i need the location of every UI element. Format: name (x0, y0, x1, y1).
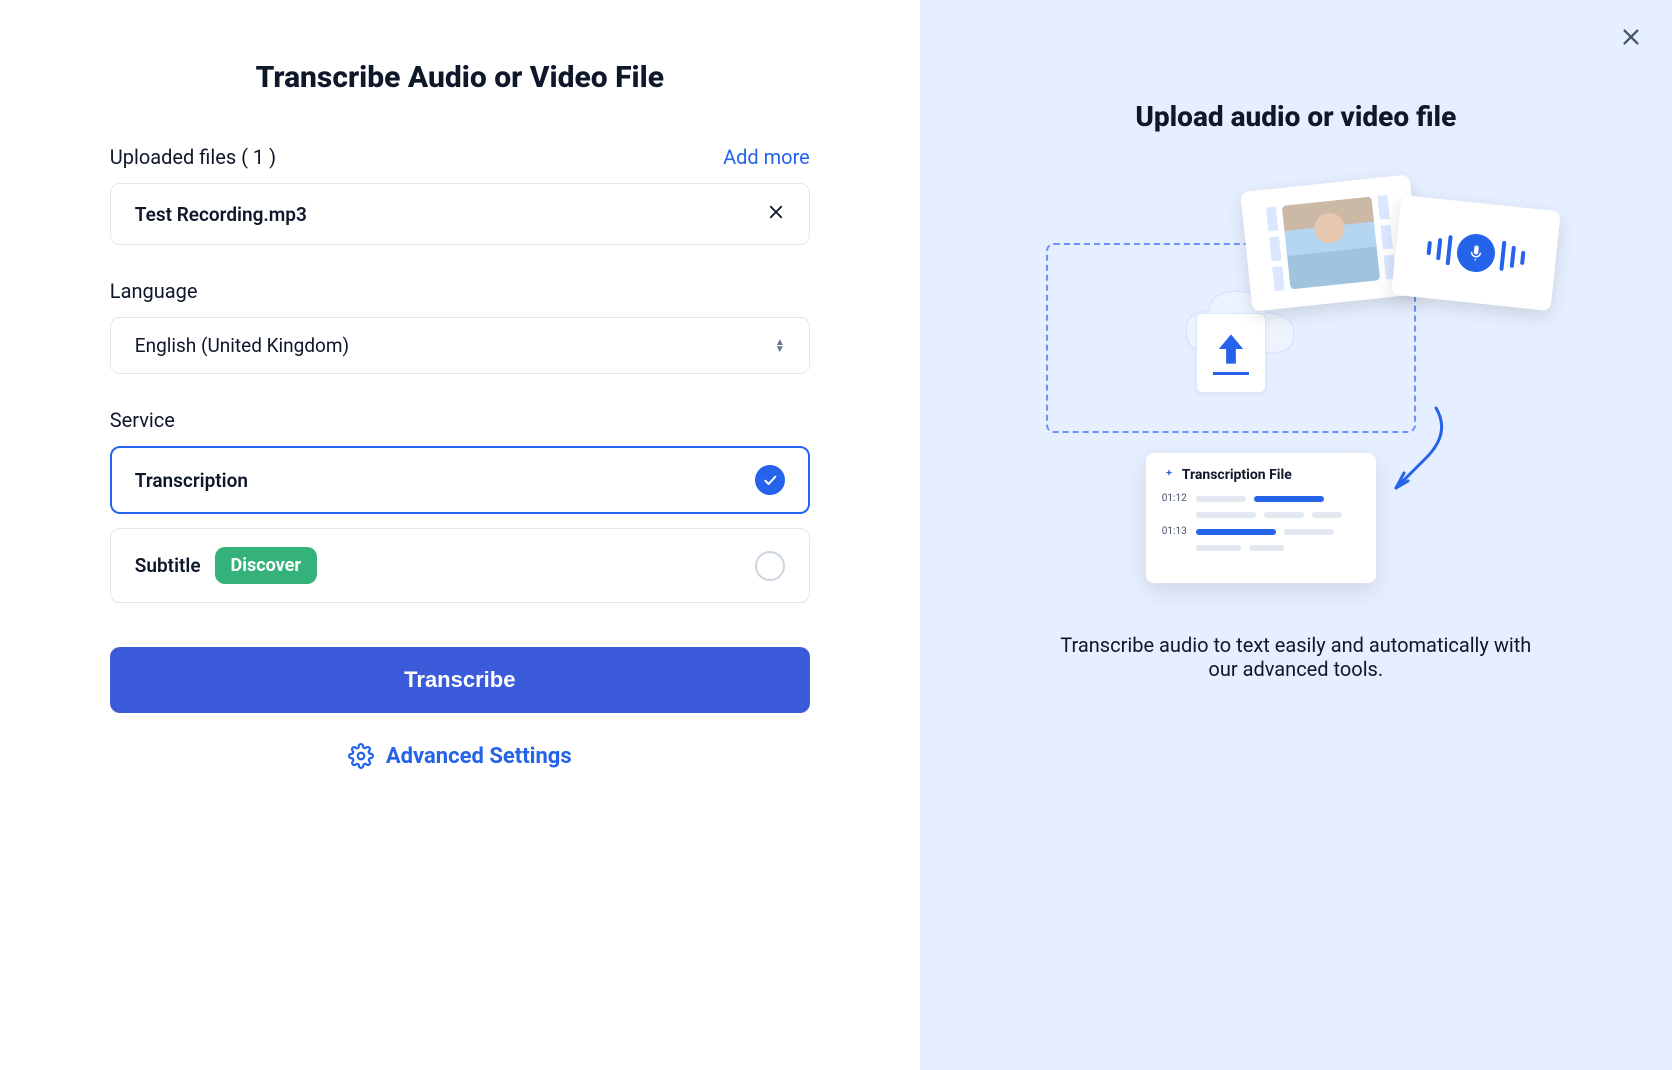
timestamp-2: 01:13 (1162, 526, 1188, 537)
gear-icon (348, 743, 374, 769)
uploaded-file-chip: Test Recording.mp3 (110, 183, 810, 245)
discover-badge: Discover (215, 547, 317, 584)
info-title: Upload audio or video file (1135, 100, 1456, 133)
close-button[interactable] (1620, 26, 1642, 52)
language-value: English (United Kingdom) (135, 334, 349, 357)
add-more-link[interactable]: Add more (723, 145, 810, 169)
sparkle-icon (1162, 468, 1176, 482)
close-icon (767, 203, 785, 221)
radio-checked-icon (755, 465, 785, 495)
remove-file-button[interactable] (767, 202, 785, 226)
language-select[interactable]: English (United Kingdom) ▲▼ (110, 317, 810, 374)
microphone-icon (1455, 232, 1497, 274)
transcription-file-label: Transcription File (1182, 467, 1292, 483)
upload-arrow-icon (1216, 332, 1246, 366)
select-arrows-icon: ▲▼ (775, 339, 785, 353)
language-label: Language (110, 279, 810, 303)
uploaded-file-name: Test Recording.mp3 (135, 203, 307, 226)
uploaded-files-label: Uploaded files ( 1 ) (110, 145, 276, 169)
upload-illustration: Transcription File 01:12 01:13 (1046, 173, 1546, 593)
upload-icon-card (1196, 313, 1266, 393)
transcription-file-graphic: Transcription File 01:12 01:13 (1146, 453, 1376, 583)
audio-card-graphic (1391, 195, 1561, 311)
advanced-settings-button[interactable]: Advanced Settings (110, 743, 810, 769)
info-description: Transcribe audio to text easily and auto… (1046, 633, 1546, 681)
transcribe-button[interactable]: Transcribe (110, 647, 810, 713)
arrow-icon (1386, 403, 1456, 503)
service-label: Service (110, 408, 810, 432)
form-panel: Transcribe Audio or Video File Uploaded … (0, 0, 920, 1070)
timestamp-1: 01:12 (1162, 493, 1188, 504)
service-option-transcription[interactable]: Transcription (110, 446, 810, 514)
info-panel: Upload audio or video file (920, 0, 1672, 1070)
service-option-subtitle[interactable]: Subtitle Discover (110, 528, 810, 603)
radio-unchecked-icon (755, 551, 785, 581)
page-title: Transcribe Audio or Video File (110, 60, 810, 95)
service-option-transcription-label: Transcription (135, 469, 248, 492)
service-option-subtitle-label: Subtitle (135, 554, 201, 577)
close-icon (1620, 26, 1642, 48)
advanced-settings-label: Advanced Settings (386, 744, 572, 769)
